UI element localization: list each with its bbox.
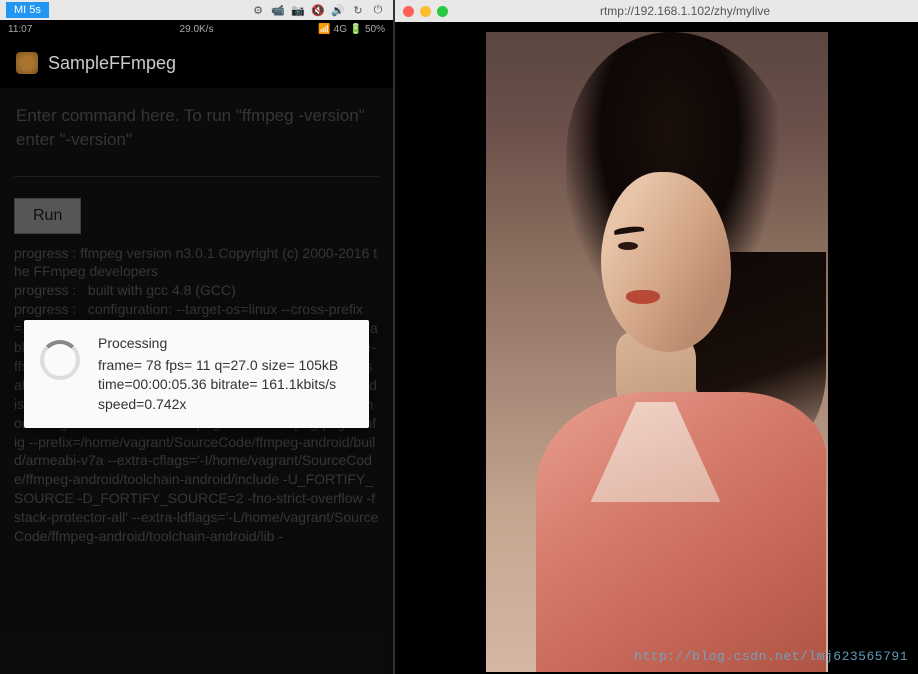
- android-status-bar: 11:07 29.0K/s 📶 4G 🔋 50%: [0, 20, 393, 38]
- window-titlebar: rtmp://192.168.1.102/zhy/mylive: [395, 0, 918, 22]
- spinner-icon: [40, 340, 80, 380]
- dialog-body: frame= 78 fps= 11 q=27.0 size= 105kB tim…: [98, 356, 353, 415]
- status-speed: 29.0K/s: [134, 24, 260, 35]
- video-frame[interactable]: [486, 32, 828, 672]
- power-icon[interactable]: ⏻: [369, 2, 387, 18]
- emulator-toolbar: MI 5s ⚙ 📹 📷 🔇 🔊 ↻ ⏻: [0, 0, 393, 20]
- ffmpeg-icon: [16, 52, 38, 74]
- volume-up-icon[interactable]: 🔊: [329, 2, 347, 18]
- camera-icon[interactable]: 📷: [289, 2, 307, 18]
- traffic-lights: [403, 6, 448, 17]
- close-icon[interactable]: [403, 6, 414, 17]
- video-icon[interactable]: 📹: [269, 2, 287, 18]
- device-label: MI 5s: [6, 2, 49, 18]
- video-player-window: rtmp://192.168.1.102/zhy/mylive http://b…: [393, 0, 918, 674]
- emulator-control-icons: ⚙ 📹 📷 🔇 🔊 ↻ ⏻: [249, 2, 387, 18]
- watermark: http://blog.csdn.net/lmj623565791: [634, 649, 908, 664]
- dialog-text: Processing frame= 78 fps= 11 q=27.0 size…: [98, 334, 353, 414]
- video-area: http://blog.csdn.net/lmj623565791 ↖: [395, 22, 918, 674]
- reload-icon[interactable]: ↻: [349, 2, 367, 18]
- app-title: SampleFFmpeg: [48, 53, 176, 74]
- settings-icon[interactable]: ⚙: [249, 2, 267, 18]
- processing-dialog: Processing frame= 78 fps= 11 q=27.0 size…: [24, 320, 369, 428]
- app-header: SampleFFmpeg: [0, 38, 393, 88]
- minimize-icon[interactable]: [420, 6, 431, 17]
- android-emulator-panel: MI 5s ⚙ 📹 📷 🔇 🔊 ↻ ⏻ 11:07 29.0K/s 📶 4G 🔋…: [0, 0, 393, 674]
- volume-down-icon[interactable]: 🔇: [309, 2, 327, 18]
- stream-url: rtmp://192.168.1.102/zhy/mylive: [460, 4, 910, 18]
- maximize-icon[interactable]: [437, 6, 448, 17]
- status-signal: 📶 4G 🔋 50%: [259, 24, 385, 35]
- dialog-title: Processing: [98, 334, 353, 354]
- status-time: 11:07: [8, 24, 134, 35]
